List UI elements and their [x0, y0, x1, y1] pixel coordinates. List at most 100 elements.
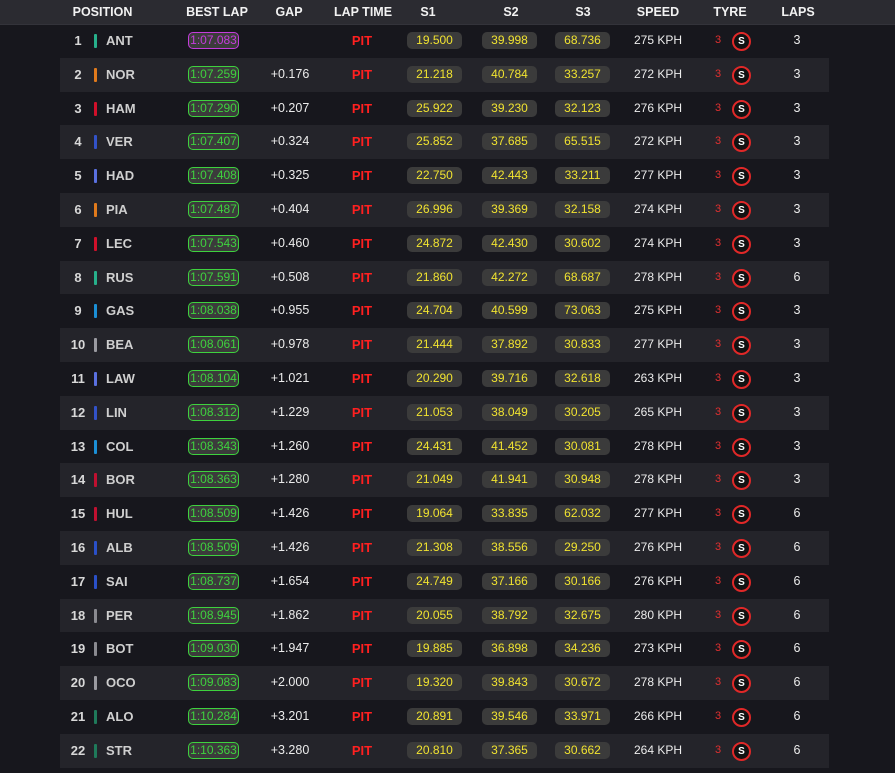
table-row[interactable]: 8 RUS 1:07.591 +0.508 PIT 21.860 42.272 68.687 2…	[60, 260, 829, 295]
header-best-lap[interactable]: BEST LAP	[182, 0, 252, 24]
speed-value: 263 KPH	[633, 370, 683, 385]
soft-tyre-icon: S	[732, 99, 751, 119]
lap-time-status: PIT	[351, 303, 373, 319]
sector-1-time: 21.049	[407, 471, 462, 489]
header-lap-time[interactable]: LAP TIME	[332, 0, 394, 24]
gap-value: +1.021	[270, 370, 310, 385]
header-speed[interactable]: SPEED	[634, 0, 682, 24]
best-lap-time: 1:08.363	[188, 471, 239, 489]
lap-time-status: PIT	[351, 438, 373, 454]
lap-time-status: PIT	[351, 641, 373, 657]
sector-2-time: 39.716	[482, 369, 537, 387]
table-row[interactable]: 10 BEA 1:08.061 +0.978 PIT 21.444 37.892 30.833…	[60, 328, 829, 362]
speed-value: 274 KPH	[633, 201, 683, 216]
sector-2-time: 39.546	[482, 707, 537, 725]
table-row[interactable]: 9 GAS 1:08.038 +0.955 PIT 24.704 40.599 73.063 2…	[60, 294, 829, 328]
sector-1-time: 19.500	[407, 32, 462, 49]
header-gap[interactable]: GAP	[268, 0, 310, 24]
table-row[interactable]: 12 LIN 1:08.312 +1.229 PIT 21.053 38.049 30.205…	[60, 395, 829, 430]
sector-1-time: 20.055	[407, 606, 462, 624]
team-color-bar	[94, 439, 97, 454]
tyre-age: 3	[714, 101, 722, 114]
team-color-bar	[94, 540, 97, 555]
table-row[interactable]: 19 BOT 1:09.030 +1.947 PIT 19.885 36.898 34.236…	[60, 632, 829, 666]
speed-value: 275 KPH	[633, 303, 683, 318]
soft-tyre-icon: S	[732, 674, 751, 694]
table-row[interactable]: 11 LAW 1:08.104 +1.021 PIT 20.290 39.716 32.618…	[60, 362, 829, 396]
table-row[interactable]: 16 ALB 1:08.509 +1.426 PIT 21.308 38.556 29.250…	[60, 530, 829, 565]
table-row[interactable]: 5 HAD 1:07.408 +0.325 PIT 22.750 42.443 33.211 2…	[60, 159, 829, 193]
team-color-bar	[94, 34, 97, 48]
position-number: 19	[70, 641, 86, 657]
best-lap-time: 1:07.543	[188, 234, 239, 252]
laps-count: 6	[793, 573, 801, 588]
best-lap-time: 1:08.343	[188, 437, 239, 455]
driver-code: OCO	[106, 675, 136, 691]
gap-value: +1.426	[270, 506, 310, 521]
table-row[interactable]: 3 HAM 1:07.290 +0.207 PIT 25.922 39.230 32.123 2…	[60, 92, 829, 126]
team-color-bar	[94, 270, 97, 285]
sector-2-time: 40.784	[482, 65, 537, 83]
position-number: 10	[70, 337, 86, 353]
soft-tyre-icon: S	[732, 606, 751, 626]
soft-tyre-icon: S	[732, 234, 751, 254]
speed-value: 273 KPH	[633, 641, 683, 656]
laps-count: 3	[793, 370, 801, 385]
header-s2[interactable]: S2	[496, 0, 526, 24]
gap-value: +0.978	[270, 337, 310, 352]
table-row[interactable]: 7 LEC 1:07.543 +0.460 PIT 24.872 42.430 30.602 2…	[60, 227, 829, 261]
best-lap-time: 1:08.038	[188, 302, 239, 320]
gap-value: +1.426	[270, 539, 310, 554]
lap-time-status: PIT	[351, 472, 373, 488]
laps-count: 3	[793, 337, 801, 352]
table-row[interactable]: 20 OCO 1:09.083 +2.000 PIT 19.320 39.843 30.672…	[60, 666, 829, 700]
driver-code: ANT	[106, 33, 133, 48]
speed-value: 278 KPH	[633, 472, 683, 487]
soft-tyre-icon: S	[732, 133, 751, 153]
driver-code: LIN	[106, 404, 127, 420]
header-s3[interactable]: S3	[568, 0, 598, 24]
header-s1[interactable]: S1	[416, 0, 440, 24]
table-row[interactable]: 4 VER 1:07.407 +0.324 PIT 25.852 37.685 65.515 2…	[60, 125, 829, 160]
table-row[interactable]: 15 HUL 1:08.509 +1.426 PIT 19.064 33.835 62.032…	[60, 497, 829, 531]
sector-1-time: 20.891	[407, 707, 462, 725]
header-position[interactable]: POSITION	[60, 0, 145, 24]
best-lap-time: 1:07.487	[188, 200, 239, 218]
team-color-bar	[94, 101, 97, 116]
laps-count: 6	[793, 675, 801, 690]
sector-3-time: 73.063	[555, 302, 610, 320]
table-row[interactable]: 6 PIA 1:07.487 +0.404 PIT 26.996 39.369 32.158 2…	[60, 192, 829, 227]
soft-tyre-icon: S	[732, 268, 751, 288]
speed-value: 274 KPH	[633, 235, 683, 250]
position-number: 22	[70, 742, 86, 758]
table-row[interactable]: 13 COL 1:08.343 +1.260 PIT 24.431 41.452 30.081…	[60, 430, 829, 464]
table-row[interactable]: 22 STR 1:10.363 +3.280 PIT 20.810 37.365 30.662…	[60, 733, 829, 768]
team-color-bar	[94, 338, 97, 353]
speed-value: 277 KPH	[633, 168, 683, 183]
tyre-age: 3	[714, 574, 722, 587]
table-row[interactable]: 2 NOR 1:07.259 +0.176 PIT 21.218 40.784 33.257 2…	[60, 57, 829, 92]
table-row[interactable]: 17 SAI 1:08.737 +1.654 PIT 24.749 37.166 30.166…	[60, 565, 829, 599]
driver-code: BEA	[106, 337, 134, 353]
table-row[interactable]: 21 ALO 1:10.284 +3.201 PIT 20.891 39.546 33.971…	[60, 700, 829, 734]
header-tyre[interactable]: TYRE	[709, 0, 751, 24]
soft-tyre-icon: S	[732, 403, 751, 423]
sector-2-time: 37.892	[482, 336, 537, 354]
soft-tyre-icon: S	[732, 369, 751, 389]
gap-value: +1.260	[270, 438, 310, 453]
table-row[interactable]: 1 ANT 1:07.083 PIT 19.500 39.998 68.736 275 KPH…	[60, 24, 829, 58]
table-row[interactable]: 14 BOR 1:08.363 +1.280 PIT 21.049 41.941 30.948…	[60, 463, 829, 498]
sector-3-time: 65.515	[555, 133, 610, 151]
sector-2-time: 33.835	[482, 505, 537, 523]
position-number: 14	[70, 472, 86, 488]
position-number: 8	[74, 269, 82, 285]
team-color-bar	[94, 169, 97, 184]
sector-3-time: 30.662	[555, 741, 610, 759]
laps-count: 3	[793, 472, 801, 487]
table-row[interactable]: 18 PER 1:08.945 +1.862 PIT 20.055 38.792 32.675…	[60, 598, 829, 633]
header-laps[interactable]: LAPS	[779, 0, 817, 24]
position-number: 17	[70, 573, 86, 589]
tyre-age: 3	[714, 709, 722, 722]
sector-2-time: 40.599	[482, 302, 537, 320]
sector-1-time: 20.290	[407, 369, 462, 387]
